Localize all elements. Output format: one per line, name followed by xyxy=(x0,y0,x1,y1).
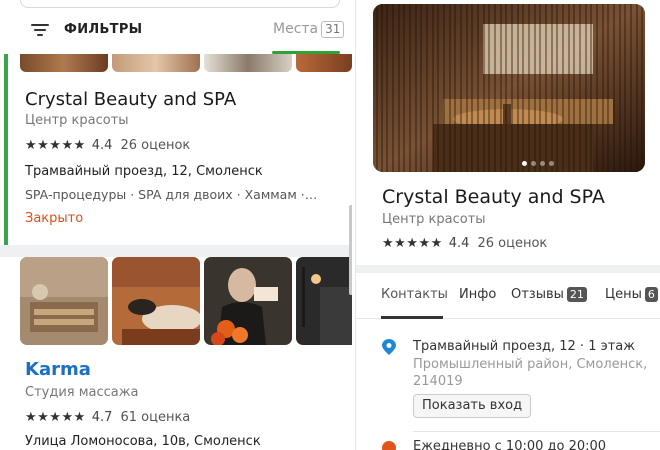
tab-label: Контакты xyxy=(381,287,448,302)
place-address: Трамвайный проезд, 12, Смоленск xyxy=(25,164,263,179)
places-count-badge: 31 xyxy=(321,21,345,38)
tab-count-badge: 21 xyxy=(566,287,587,302)
review-count[interactable]: 61 оценка xyxy=(120,410,190,425)
search-box-edge[interactable] xyxy=(20,0,340,8)
filter-icon[interactable] xyxy=(31,24,49,38)
tab-label: Отзывы xyxy=(511,287,564,302)
opening-hours[interactable]: Ежедневно с 10:00 до 20:00 xyxy=(413,439,606,450)
place-detail-panel: Crystal Beauty and SPA Центр красоты ★★★… xyxy=(355,0,660,450)
place-tags: SPA-процедуры · SPA для двоих · Хаммам ·… xyxy=(25,187,318,202)
search-results-panel: ФИЛЬТРЫ Места 31 Crystal Beauty and SPA Ц… xyxy=(0,0,352,450)
scrollbar[interactable] xyxy=(349,205,352,295)
card-photo[interactable] xyxy=(204,54,292,72)
status-badge: Закрыто xyxy=(25,211,84,226)
card-photo[interactable] xyxy=(112,257,200,345)
detail-category: Центр красоты xyxy=(382,212,486,227)
selected-accent xyxy=(4,54,8,245)
detail-address[interactable]: Трамвайный проезд, 12 · 1 этаж xyxy=(413,339,635,354)
result-card-karma[interactable]: Karma Студия массажа ★★★★★ 4.7 61 оценка… xyxy=(0,257,352,450)
rating-value: 4.4 xyxy=(448,236,470,251)
map-pin-icon xyxy=(382,339,396,355)
tab-label: Инфо xyxy=(459,287,497,302)
detail-tabs: Контакты Инфо Отзывы 21 Цены 6 xyxy=(356,273,660,319)
review-count[interactable]: 26 оценок xyxy=(120,138,190,153)
divider xyxy=(356,265,660,273)
card-photo[interactable] xyxy=(296,54,352,72)
tab-prices[interactable]: Цены 6 xyxy=(605,287,658,302)
place-title[interactable]: Crystal Beauty and SPA xyxy=(25,89,236,110)
card-photo[interactable] xyxy=(296,257,352,345)
card-photo[interactable] xyxy=(20,54,108,72)
place-category: Центр красоты xyxy=(25,113,129,128)
rating-stars: ★★★★★ xyxy=(382,236,443,251)
rating-stars: ★★★★★ xyxy=(25,410,86,425)
tab-info[interactable]: Инфо xyxy=(459,287,496,302)
rating-value: 4.4 xyxy=(91,138,113,153)
tab-count-badge: 6 xyxy=(644,287,658,302)
result-card-crystal[interactable]: Crystal Beauty and SPA Центр красоты ★★★… xyxy=(0,54,352,245)
tab-active-indicator xyxy=(381,316,443,319)
place-title[interactable]: Karma xyxy=(25,359,91,380)
tab-reviews[interactable]: Отзывы 21 xyxy=(511,287,587,302)
card-photo[interactable] xyxy=(204,257,292,345)
photo-pagination[interactable] xyxy=(522,161,554,166)
review-count[interactable]: 26 оценок xyxy=(477,236,547,251)
detail-address-area: Промышленный район, Смоленск, 214019 xyxy=(413,357,648,389)
clock-icon xyxy=(382,441,396,450)
rating-stars: ★★★★★ xyxy=(25,138,86,153)
tab-contacts[interactable]: Контакты xyxy=(381,287,448,302)
place-category: Студия массажа xyxy=(25,385,139,400)
tab-label: Цены xyxy=(605,287,642,302)
rating-value: 4.7 xyxy=(91,410,113,425)
filters-bar: ФИЛЬТРЫ Места 31 xyxy=(0,10,352,54)
show-entrance-button[interactable]: Показать вход xyxy=(413,394,532,418)
detail-title: Crystal Beauty and SPA xyxy=(382,186,605,208)
tab-places-label: Места xyxy=(273,21,319,37)
filters-button[interactable]: ФИЛЬТРЫ xyxy=(64,22,142,37)
card-photo[interactable] xyxy=(112,54,200,72)
detail-rating-row: ★★★★★ 4.4 26 оценок xyxy=(382,236,547,251)
divider xyxy=(413,431,660,432)
rating-row: ★★★★★ 4.4 26 оценок xyxy=(25,138,190,153)
tab-places[interactable]: Места 31 xyxy=(273,21,345,38)
card-photo[interactable] xyxy=(20,257,108,345)
hero-photo[interactable] xyxy=(373,4,645,172)
rating-row: ★★★★★ 4.7 61 оценка xyxy=(25,410,190,425)
divider xyxy=(0,245,352,257)
place-address: Улица Ломоносова, 10в, Смоленск xyxy=(25,434,261,449)
